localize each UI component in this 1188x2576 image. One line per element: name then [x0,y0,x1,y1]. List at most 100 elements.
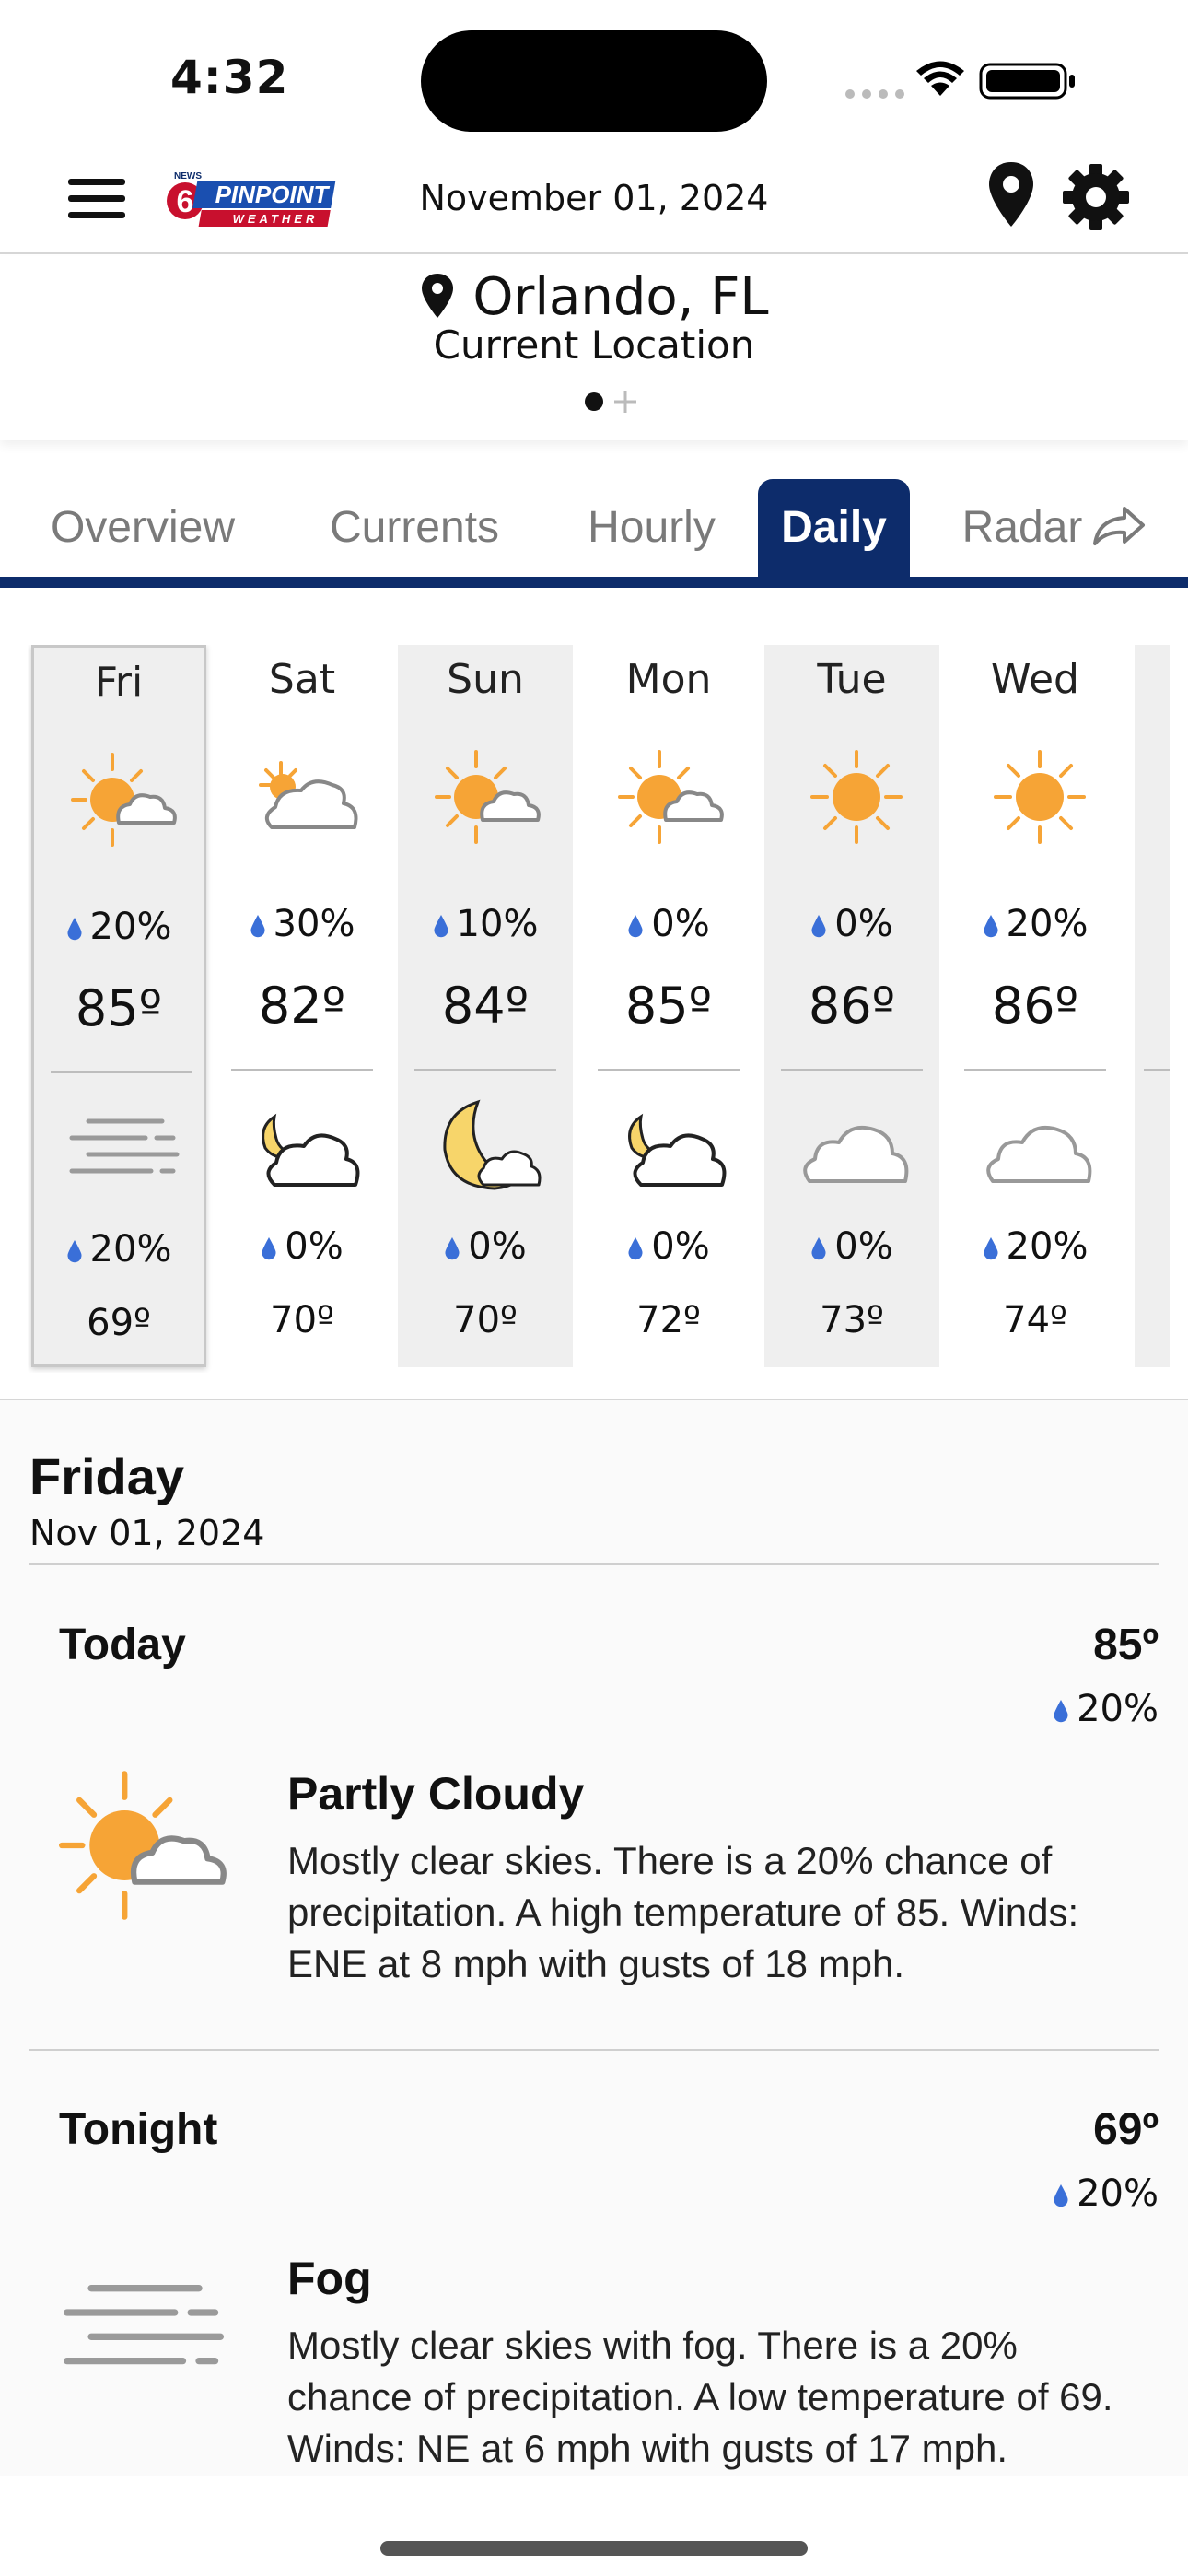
mostly-clear-night-icon [430,1096,550,1198]
home-indicator[interactable] [380,2541,808,2556]
raindrop-icon [983,1236,999,1260]
tab-hourly[interactable]: Hourly [553,479,751,577]
location-pin-icon[interactable] [984,158,1039,232]
raindrop-icon [627,1236,644,1260]
day-detail-panel: Friday Nov 01, 2024 Today 85º 20% Partly… [0,1399,1188,2476]
night-precip: 20% [34,1228,204,1270]
period-description: Mostly clear skies with fog. There is a … [287,2324,1113,2470]
fog-icon [66,1099,186,1200]
location-subtitle: Current Location [433,322,755,368]
tab-radar-label: Radar [961,503,1083,552]
raindrop-icon [1053,2184,1069,2207]
svg-text:NEWS: NEWS [174,171,202,181]
day-column-mon[interactable]: Mon 0% 85º 0% 72º [581,645,756,1367]
day-name: Fri [94,659,144,706]
detail-day-name: Friday [29,1447,185,1505]
location-title: Orlando, FL [0,267,1188,327]
day-precip: 20% [948,903,1123,945]
day-name: Sun [447,656,524,703]
cellular-signal-icon [845,89,904,99]
page-dot-active [585,392,603,411]
svg-text:PINPOINT: PINPOINT [215,181,331,208]
period-description: Mostly clear skies. There is a 20% chanc… [287,1839,1079,1985]
night-low-temp: 70º [270,1299,334,1341]
location-pager[interactable] [576,385,649,418]
tab-daily[interactable]: Daily [758,479,910,577]
cloudy-icon [980,1096,1100,1198]
night-precip: 0% [398,1225,573,1268]
sunny-icon [801,746,912,848]
app-header: 6 NEWS PINPOINT WEATHER November 01, 202… [0,147,1188,254]
night-low-temp: 72º [636,1299,701,1341]
night-precip: 0% [215,1225,390,1268]
period-condition: Fog [287,2253,372,2304]
cloudy-icon [797,1096,916,1198]
day-name: Tue [817,656,887,703]
status-icons [845,61,1075,100]
day-precip: 20% [34,906,204,948]
period-tonight: Tonight 69º 20% Fog Mostly clear skies w… [0,2104,1188,2476]
battery-icon [979,63,1075,100]
tab-overview[interactable]: Overview [18,479,267,577]
day-high-temp: 85º [75,979,163,1037]
tab-radar[interactable]: Radar [930,479,1179,577]
daily-forecast-strip[interactable]: Fri 20% 85º 20% 69º Sat 30% 82º 0% 70º S… [28,645,1170,1373]
period-today: Today 85º 20% Partly Cloudy Mostly clear… [0,1620,1188,2099]
period-precip: 20% [1053,2172,1159,2215]
day-column-tue[interactable]: Tue 0% 86º 0% 73º [764,645,939,1367]
tab-currents[interactable]: Currents [295,479,534,577]
day-high-temp: 86º [808,977,896,1035]
add-location-icon [614,391,636,413]
divider [414,1069,556,1071]
raindrop-icon [1053,1699,1069,1723]
partly-cloudy-night-icon [247,1096,367,1198]
raindrop-icon [250,914,266,938]
divider [1144,1069,1170,1071]
settings-gear-icon[interactable] [1061,162,1131,232]
status-time: 4:32 [170,51,289,104]
location-panel[interactable]: Orlando, FL Current Location [0,256,1188,440]
day-column-wed[interactable]: Wed 20% 86º 20% 74º [948,645,1123,1367]
fog-icon [59,2242,234,2418]
day-name: Wed [991,656,1079,703]
divider [29,2049,1159,2051]
partly-cloudy-day-icon [435,746,545,848]
partly-cloudy-day-icon [618,746,728,848]
period-name: Tonight [59,2105,218,2154]
day-high-temp: 82º [258,977,346,1035]
day-column-partial[interactable] [1135,645,1170,1367]
raindrop-icon [261,1236,277,1260]
period-temp: 69º [1093,2105,1159,2154]
period-name: Today [59,1621,186,1669]
dynamic-island [421,30,767,132]
day-precip: 0% [581,903,756,945]
partly-cloudy-night-icon [613,1096,733,1198]
period-condition: Partly Cloudy [287,1768,585,1820]
day-precip: 10% [398,903,573,945]
raindrop-icon [433,914,449,938]
day-column-sat[interactable]: Sat 30% 82º 0% 70º [215,645,390,1367]
divider [51,1071,192,1073]
header-date: November 01, 2024 [419,178,769,218]
night-low-temp: 69º [87,1302,151,1344]
raindrop-icon [810,914,827,938]
detail-date: Nov 01, 2024 [29,1513,265,1553]
night-precip: 0% [581,1225,756,1268]
night-low-temp: 73º [820,1299,884,1341]
day-high-temp: 86º [991,977,1079,1035]
raindrop-icon [627,914,644,938]
day-column-sun[interactable]: Sun 10% 84º 0% 70º [398,645,573,1367]
period-temp: 85º [1093,1621,1159,1669]
raindrop-icon [66,917,83,941]
day-precip: 30% [215,903,390,945]
night-low-temp: 74º [1003,1299,1067,1341]
night-precip: 20% [948,1225,1123,1268]
raindrop-icon [66,1239,83,1263]
divider [964,1069,1106,1071]
news6-pinpoint-weather-logo[interactable]: 6 NEWS PINPOINT WEATHER [161,157,345,240]
svg-text:6: 6 [177,184,194,219]
day-column-fri[interactable]: Fri 20% 85º 20% 69º [31,645,206,1367]
divider [231,1069,373,1071]
hamburger-menu-icon[interactable] [64,166,129,230]
day-high-temp: 84º [441,977,530,1035]
